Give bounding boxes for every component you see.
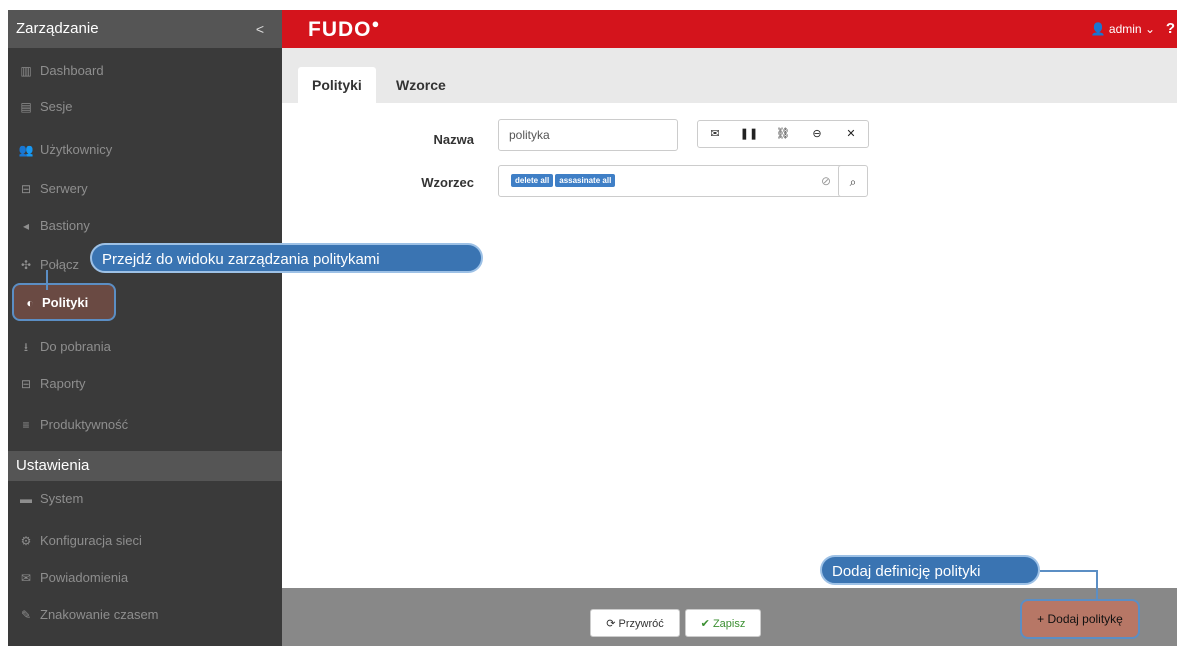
- sidebar-item-policies[interactable]: ◐ Polityki: [12, 283, 116, 321]
- sidebar-item-label: Do pobrania: [40, 339, 111, 354]
- tab-policies[interactable]: Polityki: [298, 67, 376, 103]
- sidebar-title: Zarządzanie: [16, 20, 99, 37]
- sidebar-item-label: Raporty: [40, 376, 86, 391]
- sidebar-item-label: Polityki: [42, 295, 89, 310]
- folder-icon: ▬: [20, 492, 32, 506]
- server-icon: ⊟: [20, 182, 32, 196]
- disconnect-icon[interactable]: ⛓: [772, 121, 795, 147]
- dashboard-icon: ▥: [20, 64, 32, 78]
- user-icon: 👤: [1090, 22, 1106, 36]
- username: admin: [1108, 22, 1142, 36]
- sidebar-item-bastions[interactable]: ◂ Bastiony: [8, 211, 282, 241]
- pattern-select[interactable]: delete all assasinate all ⊘: [498, 165, 854, 197]
- footer-bar: ⟳ Przywróć ✔ Zapisz + Dodaj politykę: [282, 588, 1177, 646]
- sidebar-item-notifications[interactable]: ✉ Powiadomienia: [8, 563, 282, 593]
- close-icon[interactable]: ✕: [840, 121, 863, 147]
- sidebar-item-label: Bastiony: [40, 218, 90, 233]
- bastion-icon: ◂: [22, 219, 30, 233]
- sidebar-item-sesje[interactable]: ▤ Sesje: [8, 92, 282, 122]
- chevron-left-icon[interactable]: <: [256, 10, 264, 48]
- sidebar-item-label: Serwery: [40, 181, 88, 196]
- edit-icon: ✎: [20, 608, 32, 622]
- logo: FUDO●: [308, 16, 380, 42]
- download-icon: ⭳: [23, 340, 29, 354]
- sidebar-item-label: Powiadomienia: [40, 570, 129, 585]
- top-bar: FUDO● 👤 admin ⌄ ?: [282, 10, 1177, 48]
- sidebar-header: Zarządzanie <: [8, 10, 282, 48]
- sidebar-item-servers[interactable]: ⊟ Serwery: [8, 174, 282, 204]
- shield-icon: ◐: [26, 296, 34, 310]
- users-icon: 👥: [18, 143, 34, 157]
- refresh-icon: ⟳: [606, 618, 616, 630]
- callout-add: Dodaj definicję polityki: [820, 555, 1040, 585]
- logo-dot-icon: ●: [371, 16, 381, 31]
- sidebar-item-label: Znakowanie czasem: [40, 607, 159, 622]
- productivity-icon: ≡: [22, 418, 30, 432]
- sidebar-item-label: Dashboard: [40, 63, 104, 78]
- help-button[interactable]: ?: [1166, 20, 1175, 37]
- add-policy-button[interactable]: + Dodaj politykę: [1020, 599, 1140, 639]
- pause-icon[interactable]: ❚❚: [738, 121, 761, 147]
- callout-line-add: [1040, 570, 1098, 572]
- save-button[interactable]: ✔ Zapisz: [685, 609, 761, 637]
- sidebar-item-reports[interactable]: ⊟ Raporty: [8, 369, 282, 399]
- name-input[interactable]: polityka: [498, 119, 678, 151]
- section-title: Ustawienia: [16, 457, 90, 474]
- sidebar: Zarządzanie < ▥ Dashboard ▤ Sesje 👥 Użytkow…: [8, 10, 282, 646]
- plus-icon: +: [1037, 612, 1045, 626]
- envelope-icon[interactable]: ✉: [704, 121, 727, 147]
- add-label: Dodaj politykę: [1047, 612, 1123, 626]
- user-menu[interactable]: 👤 admin ⌄: [1091, 22, 1155, 36]
- sidebar-item-downloads[interactable]: ⭳ Do pobrania: [8, 332, 282, 362]
- check-icon: ✔: [700, 618, 710, 630]
- sidebar-item-label: Konfiguracja sieci: [40, 533, 142, 548]
- sidebar-item-label: Produktywność: [40, 417, 129, 432]
- report-icon: ⊟: [20, 377, 32, 391]
- name-label: Nazwa: [433, 132, 474, 147]
- sessions-icon: ▤: [20, 100, 32, 114]
- cogs-icon: ⚙: [20, 534, 32, 548]
- pattern-label: Wzorzec: [421, 175, 474, 190]
- policy-actions-group: ✉ ❚❚ ⛓ ⊖ ✕: [697, 120, 869, 148]
- sidebar-item-label: Sesje: [40, 99, 73, 114]
- callout-line-policies: [46, 270, 48, 290]
- sidebar-item-dashboard[interactable]: ▥ Dashboard: [8, 56, 282, 86]
- zoom-icon[interactable]: ⌕: [838, 165, 868, 197]
- sidebar-item-label: System: [40, 491, 84, 506]
- chevron-down-icon: ⌄: [1144, 22, 1155, 36]
- sidebar-item-label: Użytkownicy: [40, 142, 113, 157]
- restore-button[interactable]: ⟳ Przywróć: [590, 609, 680, 637]
- callout-line-add-v: [1096, 570, 1098, 600]
- clear-icon[interactable]: ⊘: [821, 168, 831, 194]
- pattern-tag[interactable]: delete all: [511, 174, 554, 187]
- logo-text: FUDO: [308, 18, 372, 41]
- pattern-tag[interactable]: assasinate all: [555, 174, 616, 187]
- sidebar-section-settings: Ustawienia: [8, 451, 282, 481]
- tab-patterns[interactable]: Wzorce: [382, 67, 460, 103]
- sidebar-item-system[interactable]: ▬ System: [8, 484, 282, 514]
- envelope-icon: ✉: [20, 571, 32, 585]
- connection-icon: ✣: [20, 258, 32, 272]
- sidebar-item-users[interactable]: 👥 Użytkownicy: [8, 135, 282, 165]
- restore-label: Przywróć: [618, 618, 664, 630]
- minus-circle-icon[interactable]: ⊖: [806, 121, 829, 147]
- save-label: Zapisz: [712, 618, 746, 630]
- sidebar-item-network[interactable]: ⚙ Konfiguracja sieci: [8, 526, 282, 556]
- tab-bar: Polityki Wzorce: [282, 48, 1177, 103]
- sidebar-item-productivity[interactable]: ≡ Produktywność: [8, 410, 282, 440]
- callout-policies: Przejdź do widoku zarządzania politykami: [90, 243, 483, 273]
- main-content: Polityki Wzorce Nazwa polityka ✉ ❚❚ ⛓ ⊖ …: [282, 48, 1177, 588]
- sidebar-item-timestamping[interactable]: ✎ Znakowanie czasem: [8, 600, 282, 630]
